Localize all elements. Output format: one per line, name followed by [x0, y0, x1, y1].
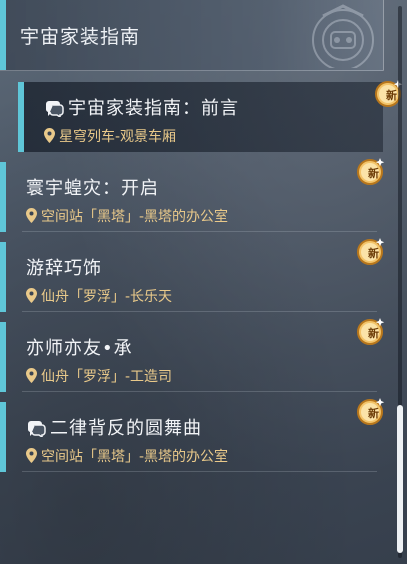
quest-title: 亦师亦友•承	[26, 338, 133, 359]
new-badge-label: 新	[368, 407, 379, 420]
accent-bar	[0, 402, 6, 472]
map-pin-icon	[26, 288, 37, 303]
quest-location: 空间站「黑塔」-黑塔的办公室	[26, 446, 228, 466]
selected-accent-bar	[18, 82, 24, 152]
quest-title: 二律背反的圆舞曲	[26, 414, 202, 440]
divider	[22, 391, 377, 392]
quest-location: 仙舟「罗浮」-工造司	[26, 366, 172, 386]
chat-bubble-icon	[27, 421, 46, 437]
accent-bar	[0, 162, 6, 232]
accent-bar	[0, 242, 6, 312]
new-badge-label: 新	[386, 89, 397, 102]
quest-item-selected[interactable]: 宇宙家装指南：前言 星穹列车-观景车厢 新	[18, 80, 403, 152]
quest-title: 寰宇蝗灾：开启	[26, 178, 159, 199]
scrollbar-thumb[interactable]	[397, 405, 403, 553]
quest-location-text: 仙舟「罗浮」-工造司	[41, 369, 173, 385]
map-pin-icon	[26, 448, 37, 463]
quest-location: 星穹列车-观景车厢	[44, 126, 176, 146]
map-pin-icon	[44, 128, 55, 143]
quest-item[interactable]: 二律背反的圆舞曲 空间站「黑塔」-黑塔的办公室 新	[0, 398, 385, 472]
quest-location: 仙舟「罗浮」-长乐天	[26, 286, 172, 306]
quest-item[interactable]: 寰宇蝗灾：开启 空间站「黑塔」-黑塔的办公室 新	[0, 158, 385, 232]
quest-location-text: 空间站「黑塔」-黑塔的办公室	[41, 209, 229, 225]
quest-title: 游辞巧饰	[26, 258, 102, 279]
divider	[22, 231, 377, 232]
map-pin-icon	[26, 368, 37, 383]
quest-location: 空间站「黑塔」-黑塔的办公室	[26, 206, 228, 226]
new-badge-label: 新	[368, 247, 379, 260]
quest-item[interactable]: 游辞巧饰 仙舟「罗浮」-长乐天 新	[0, 238, 385, 312]
quest-title: 宇宙家装指南：前言	[44, 94, 239, 120]
accent-bar	[0, 322, 6, 392]
header-accent-bar	[0, 0, 6, 70]
quest-title-text: 宇宙家装指南：前言	[68, 98, 239, 119]
quest-title-text: 二律背反的圆舞曲	[50, 418, 202, 439]
quest-location-text: 星穹列车-观景车厢	[59, 129, 177, 145]
quest-location-text: 空间站「黑塔」-黑塔的办公室	[41, 449, 229, 465]
category-header[interactable]: 宇宙家装指南	[0, 0, 384, 71]
divider	[22, 471, 377, 472]
emblem-icon	[312, 4, 374, 68]
quest-item[interactable]: 亦师亦友•承 仙舟「罗浮」-工造司 新	[0, 318, 385, 392]
chat-bubble-icon	[45, 101, 64, 117]
map-pin-icon	[26, 208, 37, 223]
quest-location-text: 仙舟「罗浮」-长乐天	[41, 289, 173, 305]
new-badge-label: 新	[368, 327, 379, 340]
new-badge-label: 新	[368, 167, 379, 180]
category-title: 宇宙家装指南	[20, 26, 141, 48]
divider	[22, 311, 377, 312]
